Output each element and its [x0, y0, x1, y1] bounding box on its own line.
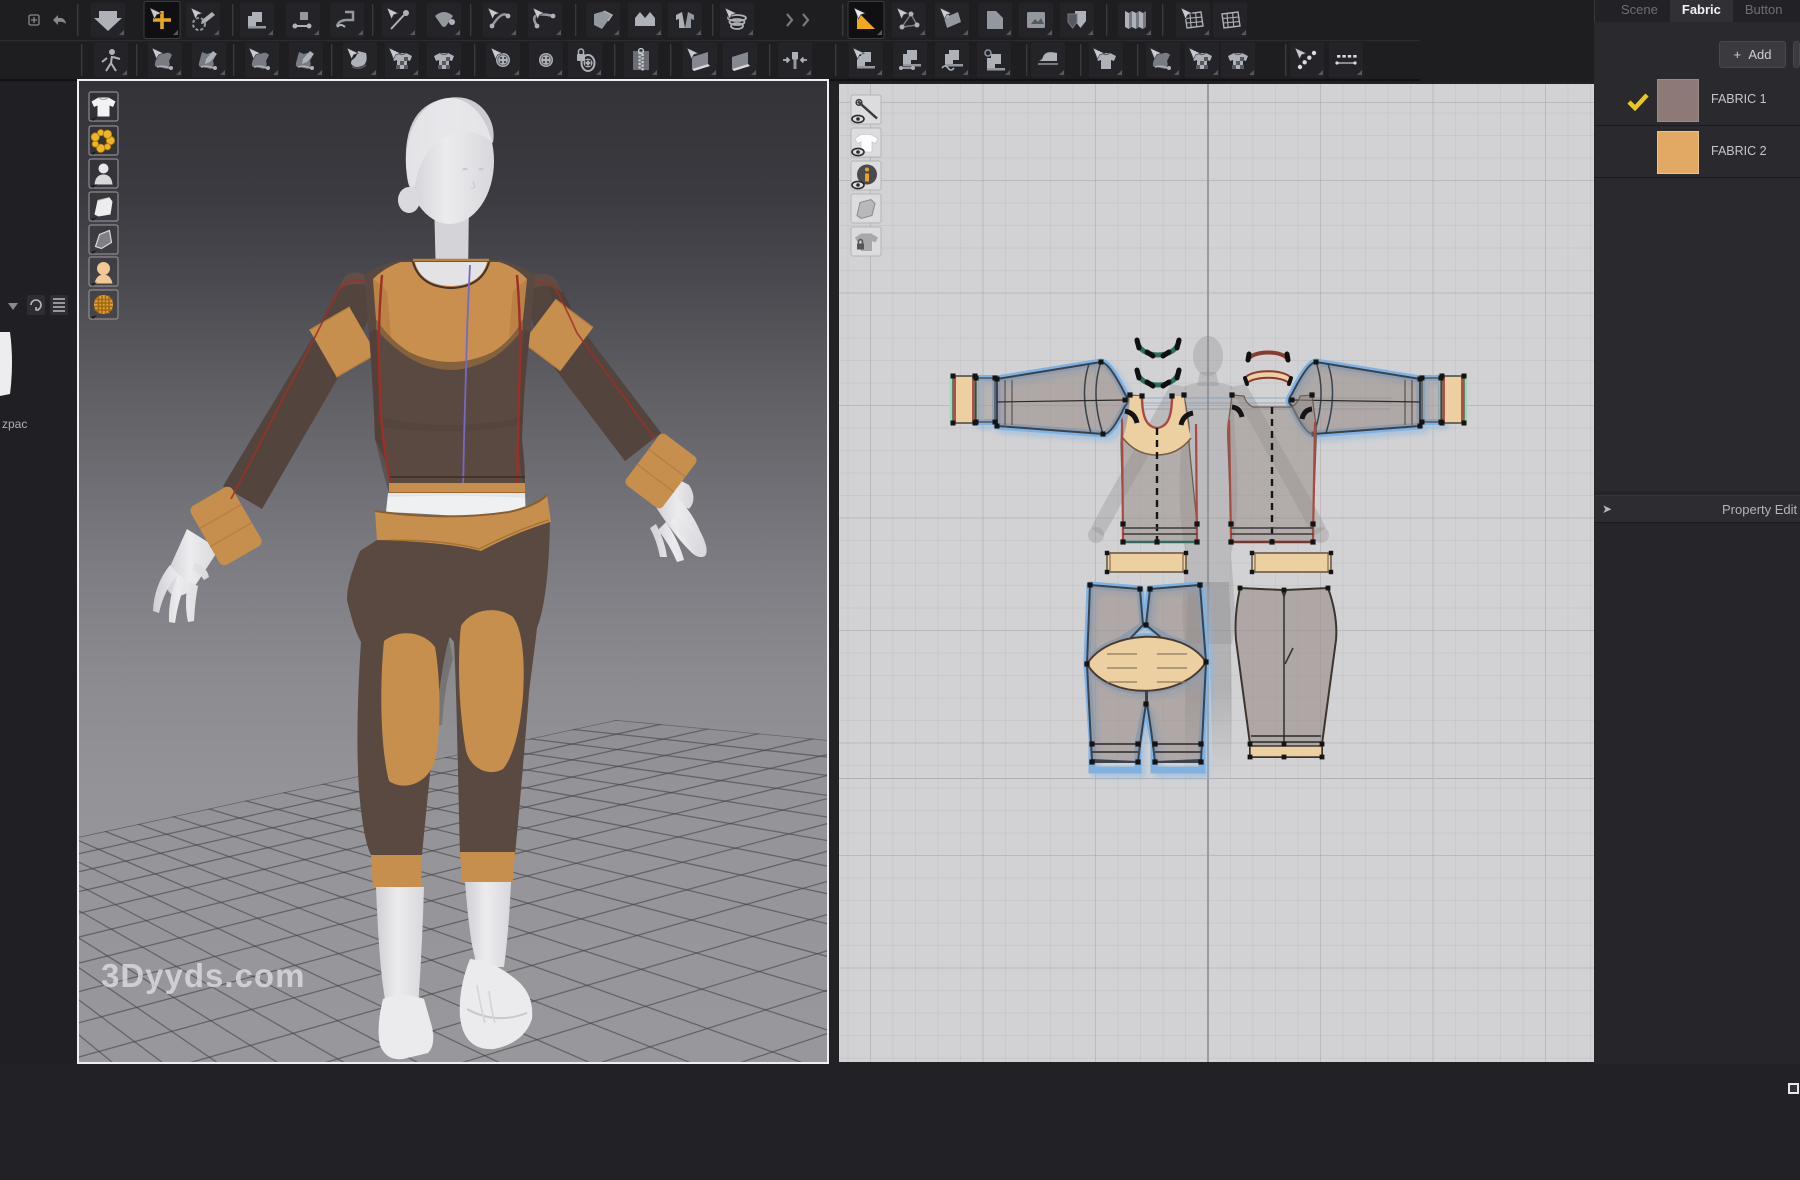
- svg-text:zpac: zpac: [2, 417, 27, 431]
